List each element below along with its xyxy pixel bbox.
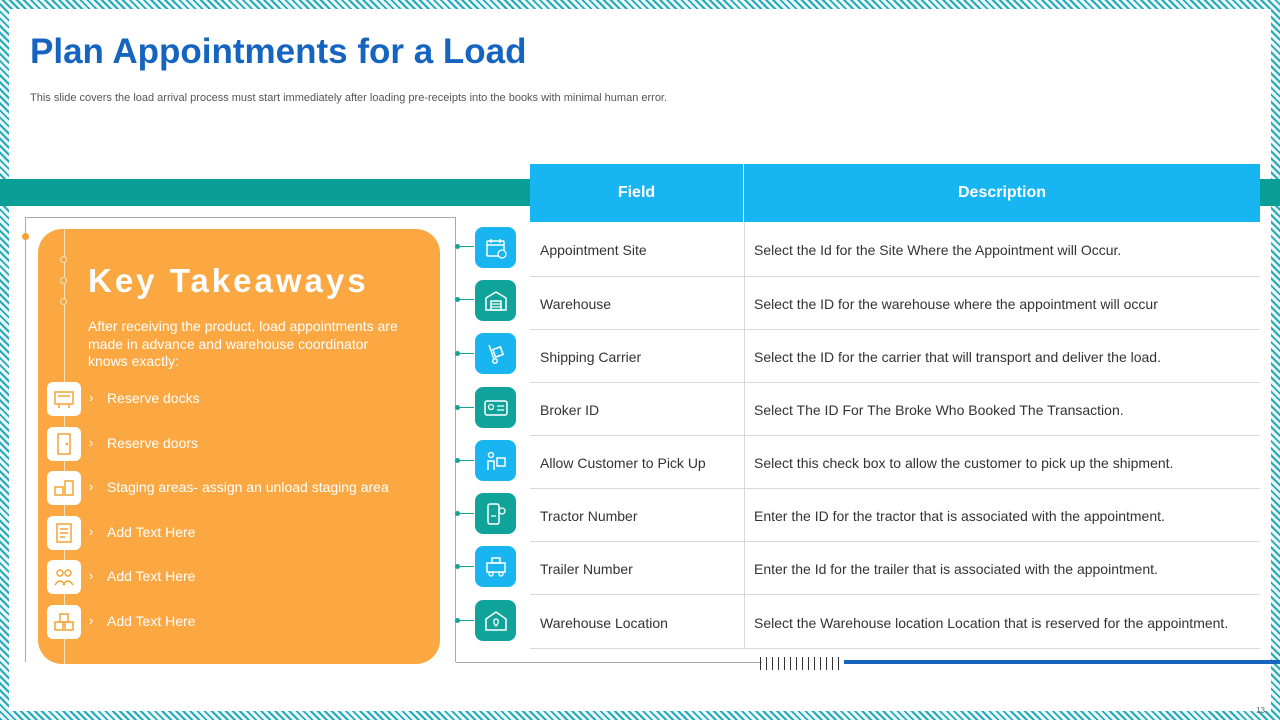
connector-dot	[22, 233, 29, 240]
chevron-right-icon: ›	[89, 435, 94, 450]
tick-marks	[760, 657, 844, 670]
row-connector	[455, 618, 474, 623]
chevron-right-icon: ›	[89, 568, 94, 583]
row-connector	[455, 564, 474, 569]
card-circle	[60, 277, 67, 284]
takeaway-label: Add Text Here	[107, 613, 196, 629]
row-connector	[455, 511, 474, 516]
card-circle	[60, 256, 67, 263]
chevron-right-icon: ›	[89, 524, 94, 539]
key-takeaways-heading: Key Takeaways	[88, 262, 369, 299]
table-row: Shipping Carrier Select the ID for the c…	[530, 330, 1260, 383]
field-cell: Appointment Site	[540, 242, 647, 258]
table-row: Tractor Number Enter the ID for the trac…	[530, 489, 1260, 542]
mobile-tracking-icon	[475, 493, 516, 534]
takeaway-label: Reserve docks	[107, 390, 200, 406]
id-card-icon	[475, 387, 516, 428]
field-cell: Allow Customer to Pick Up	[540, 455, 706, 471]
row-connector	[455, 405, 474, 410]
chevron-right-icon: ›	[89, 479, 94, 494]
takeaway-item: › Add Text Here	[47, 560, 427, 594]
description-cell: Select this check box to allow the custo…	[754, 455, 1174, 471]
key-takeaways-intro: After receiving the product, load appoin…	[88, 318, 398, 369]
field-cell: Warehouse Location	[540, 615, 668, 631]
chevron-right-icon: ›	[89, 613, 94, 628]
bottom-accent-bar	[844, 660, 1280, 664]
document-icon	[47, 516, 81, 550]
table-row: Broker ID Select The ID For The Broke Wh…	[530, 383, 1260, 436]
row-connector	[455, 351, 474, 356]
takeaway-item: › Staging areas- assign an unload stagin…	[47, 471, 427, 505]
description-cell: Select The ID For The Broke Who Booked T…	[754, 402, 1124, 418]
warehouse-location-icon	[475, 600, 516, 641]
takeaway-label: Add Text Here	[107, 524, 196, 540]
bottom-line	[456, 662, 762, 663]
table-header-description: Description	[744, 164, 1260, 222]
takeaway-label: Add Text Here	[107, 568, 196, 584]
boxes-icon	[47, 605, 81, 639]
page-number: 13	[1256, 706, 1265, 715]
chevron-right-icon: ›	[89, 390, 94, 405]
table-row: Allow Customer to Pick Up Select this ch…	[530, 436, 1260, 489]
field-cell: Shipping Carrier	[540, 349, 642, 365]
row-connector	[455, 458, 474, 463]
staging-icon	[47, 471, 81, 505]
row-connector	[455, 244, 474, 249]
table-header-field: Field	[530, 164, 744, 222]
row-connector	[455, 297, 474, 302]
dock-icon	[47, 382, 81, 416]
table-row: Warehouse Location Select the Warehouse …	[530, 595, 1260, 649]
field-cell: Broker ID	[540, 402, 600, 418]
takeaway-item: › Reserve docks	[47, 382, 427, 416]
hand-truck-icon	[475, 333, 516, 374]
slide-title: Plan Appointments for a Load	[30, 32, 527, 71]
description-cell: Select the Warehouse location Location t…	[754, 615, 1229, 631]
trailer-icon	[475, 546, 516, 587]
door-icon	[47, 427, 81, 461]
table-row: Appointment Site Select the Id for the S…	[530, 222, 1260, 277]
takeaway-item: › Reserve doors	[47, 427, 427, 461]
table-row: Trailer Number Enter the Id for the trai…	[530, 542, 1260, 595]
takeaway-label: Reserve doors	[107, 435, 199, 451]
description-cell: Enter the Id for the trailer that is ass…	[754, 561, 1158, 577]
table-row: Warehouse Select the ID for the warehous…	[530, 277, 1260, 330]
people-icon	[47, 560, 81, 594]
takeaway-item: › Add Text Here	[47, 605, 427, 639]
takeaway-label: Staging areas- assign an unload staging …	[107, 479, 389, 495]
calendar-icon	[475, 227, 516, 268]
field-cell: Tractor Number	[540, 508, 638, 524]
warehouse-icon	[475, 280, 516, 321]
description-cell: Select the ID for the carrier that will …	[754, 349, 1161, 365]
description-cell: Enter the ID for the tractor that is ass…	[754, 508, 1165, 524]
field-cell: Warehouse	[540, 296, 612, 312]
description-cell: Select the Id for the Site Where the App…	[754, 242, 1122, 258]
field-cell: Trailer Number	[540, 561, 633, 577]
card-circle	[60, 298, 67, 305]
takeaway-item: › Add Text Here	[47, 516, 427, 550]
slide-subtitle: This slide covers the load arrival proce…	[30, 92, 668, 104]
customer-pickup-icon	[475, 440, 516, 481]
description-cell: Select the ID for the warehouse where th…	[754, 296, 1158, 312]
